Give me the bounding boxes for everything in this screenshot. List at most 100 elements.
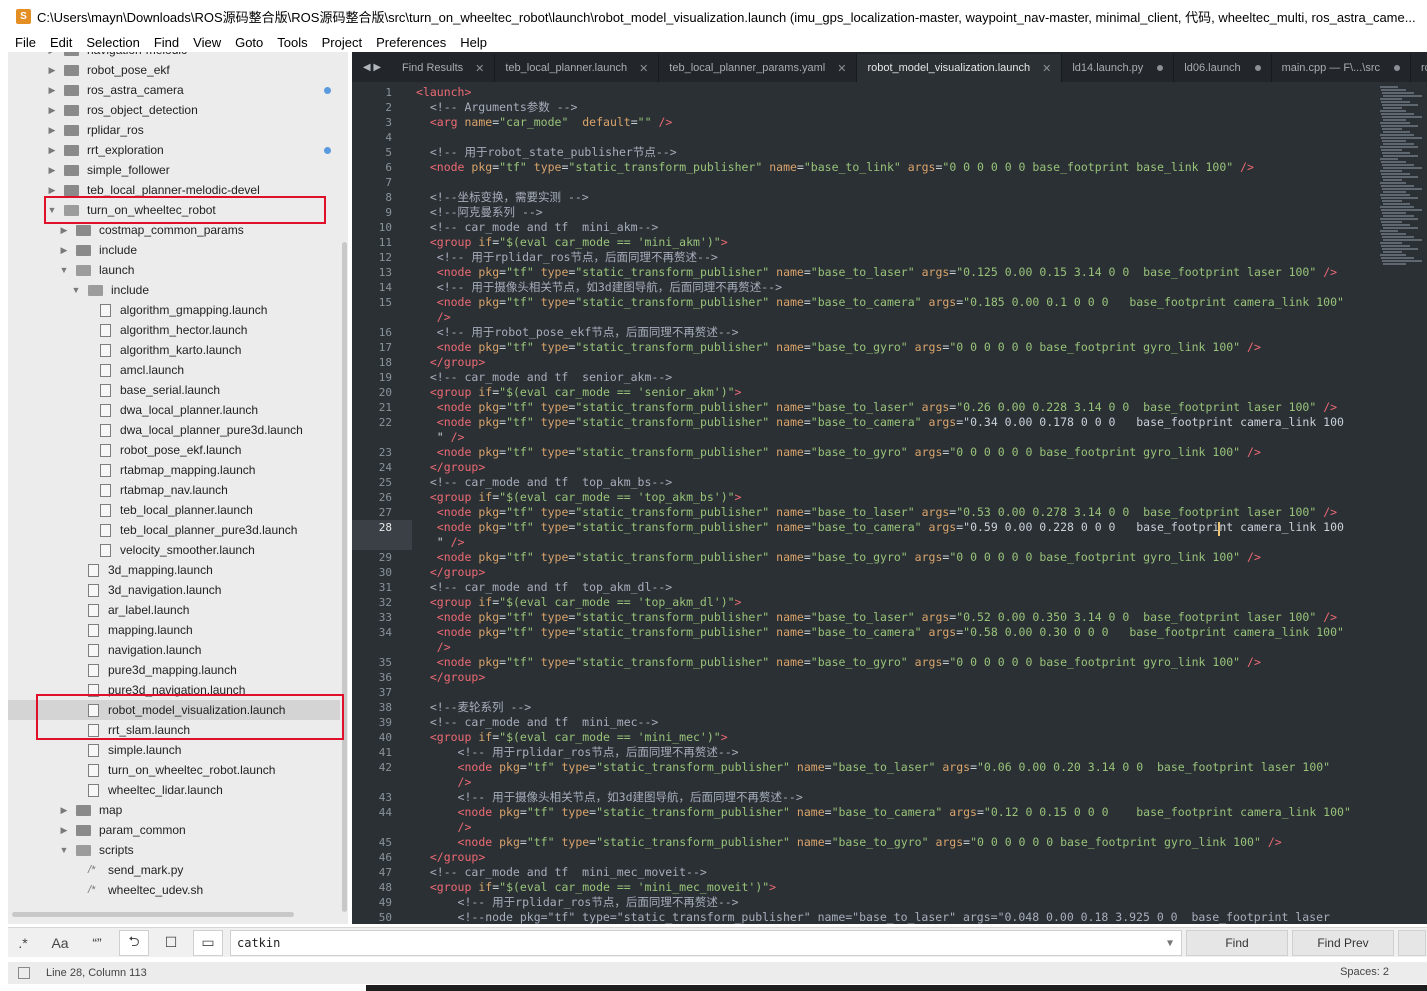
sidebar-item[interactable]: ▼ turn_on_wheeltec_robot — [8, 200, 340, 220]
sidebar-item[interactable]: robot_pose_ekf.launch — [8, 440, 340, 460]
editor-tab[interactable]: rc — [1411, 54, 1427, 82]
menu-goto[interactable]: Goto — [228, 35, 270, 50]
sidebar-item[interactable]: ▼ scripts — [8, 840, 340, 860]
disclosure-expanded-icon[interactable]: ▼ — [58, 265, 70, 275]
disclosure-collapsed-icon[interactable]: ▶ — [46, 52, 58, 56]
sidebar-item[interactable]: mapping.launch — [8, 620, 340, 640]
sidebar-item[interactable]: ▶ include — [8, 240, 340, 260]
sidebar-item[interactable]: pure3d_navigation.launch — [8, 680, 340, 700]
sidebar-item[interactable]: rtabmap_nav.launch — [8, 480, 340, 500]
in-selection-toggle-button[interactable]: ☐ — [156, 930, 186, 956]
tab-unsaved-dot-icon[interactable] — [1254, 65, 1261, 71]
regex-toggle-button[interactable]: .* — [8, 930, 38, 956]
sidebar-item[interactable]: ▶ costmap_common_params — [8, 220, 340, 240]
sidebar-item[interactable]: ▶ ros_astra_camera — [8, 80, 340, 100]
editor-tab[interactable]: ld14.launch.py — [1062, 54, 1175, 82]
sidebar-item[interactable]: ▶ navigation-melodic — [8, 52, 340, 60]
sidebar-item[interactable]: robot_model_visualization.launch — [8, 700, 340, 720]
sidebar-item[interactable]: navigation.launch — [8, 640, 340, 660]
sidebar-item[interactable]: teb_local_planner_pure3d.launch — [8, 520, 340, 540]
sidebar-item[interactable]: dwa_local_planner_pure3d.launch — [8, 420, 340, 440]
minimap[interactable] — [1378, 82, 1427, 924]
menu-help[interactable]: Help — [453, 35, 494, 50]
editor-tab[interactable]: main.cpp — F\...\src — [1271, 54, 1411, 82]
sidebar-vertical-scrollbar[interactable] — [342, 242, 347, 912]
disclosure-expanded-icon[interactable]: ▼ — [70, 285, 82, 295]
find-all-button[interactable] — [1398, 929, 1426, 956]
disclosure-expanded-icon[interactable]: ▼ — [58, 845, 70, 855]
disclosure-collapsed-icon[interactable]: ▶ — [58, 225, 70, 236]
sidebar-item[interactable]: ▶ ros_object_detection — [8, 100, 340, 120]
disclosure-collapsed-icon[interactable]: ▶ — [46, 165, 58, 176]
menu-edit[interactable]: Edit — [43, 35, 79, 50]
disclosure-collapsed-icon[interactable]: ▶ — [46, 185, 58, 196]
menu-find[interactable]: Find — [147, 35, 186, 50]
disclosure-collapsed-icon[interactable]: ▶ — [58, 825, 70, 836]
indentation-setting[interactable]: Spaces: 2 — [1340, 966, 1389, 978]
sidebar-item[interactable]: 3d_mapping.launch — [8, 560, 340, 580]
sidebar-item[interactable]: ▶ param_common — [8, 820, 340, 840]
tab-close-icon[interactable]: ✕ — [837, 62, 846, 75]
sidebar-item[interactable]: ▶ map — [8, 800, 340, 820]
case-sensitive-toggle-button[interactable]: Aa — [45, 930, 75, 956]
editor-tab[interactable]: ld06.launch — [1174, 54, 1272, 82]
sidebar-item[interactable]: ▶ simple_follower — [8, 160, 340, 180]
find-input[interactable]: catkin ▼ — [230, 929, 1182, 956]
sidebar-item[interactable]: /* wheeltec_udev.sh — [8, 880, 340, 900]
disclosure-expanded-icon[interactable]: ▼ — [46, 205, 58, 215]
tab-unsaved-dot-icon[interactable] — [1157, 65, 1164, 71]
sidebar-item[interactable]: turn_on_wheeltec_robot.launch — [8, 760, 340, 780]
find-button[interactable]: Find — [1186, 929, 1288, 956]
editor-tab[interactable]: robot_model_visualization.launch ✕ — [857, 54, 1063, 82]
disclosure-collapsed-icon[interactable]: ▶ — [46, 85, 58, 96]
sidebar-item[interactable]: algorithm_hector.launch — [8, 320, 340, 340]
sidebar-item[interactable]: 3d_navigation.launch — [8, 580, 340, 600]
menu-project[interactable]: Project — [315, 35, 369, 50]
sidebar-item[interactable]: rrt_slam.launch — [8, 720, 340, 740]
sidebar-item[interactable]: ▼ include — [8, 280, 340, 300]
find-history-dropdown-icon[interactable]: ▼ — [1167, 938, 1173, 949]
disclosure-collapsed-icon[interactable]: ▶ — [46, 65, 58, 76]
disclosure-collapsed-icon[interactable]: ▶ — [46, 125, 58, 136]
sidebar-item[interactable]: rtabmap_mapping.launch — [8, 460, 340, 480]
sidebar-item[interactable]: algorithm_karto.launch — [8, 340, 340, 360]
tab-nav-arrows[interactable]: ◀ ▶ — [352, 52, 392, 82]
sidebar-item[interactable]: velocity_smoother.launch — [8, 540, 340, 560]
tab-close-icon[interactable]: ✕ — [639, 62, 648, 75]
code-area[interactable]: <launch> <!-- Arguments参数 --> <arg name=… — [416, 82, 1376, 924]
sidebar-item[interactable]: ▶ rrt_exploration — [8, 140, 340, 160]
menu-view[interactable]: View — [186, 35, 228, 50]
tab-unsaved-dot-icon[interactable] — [1394, 65, 1400, 71]
disclosure-collapsed-icon[interactable]: ▶ — [46, 105, 58, 116]
sidebar-item[interactable]: teb_local_planner.launch — [8, 500, 340, 520]
sidebar-horizontal-scrollbar[interactable] — [12, 912, 294, 917]
sidebar-item[interactable]: wheeltec_lidar.launch — [8, 780, 340, 800]
wrap-toggle-button[interactable]: ⮌ — [119, 929, 149, 956]
disclosure-collapsed-icon[interactable]: ▶ — [46, 145, 58, 156]
editor-tab[interactable]: teb_local_planner_params.yaml ✕ — [659, 54, 858, 82]
menu-tools[interactable]: Tools — [270, 35, 314, 50]
editor-tab[interactable]: Find Results ✕ — [392, 54, 496, 82]
menu-file[interactable]: File — [8, 35, 43, 50]
sidebar-item[interactable]: /* send_mark.py — [8, 860, 340, 880]
menu-selection[interactable]: Selection — [79, 35, 146, 50]
highlight-matches-toggle-button[interactable]: ▭ — [193, 929, 223, 956]
find-prev-button[interactable]: Find Prev — [1292, 929, 1394, 956]
sidebar-item[interactable]: amcl.launch — [8, 360, 340, 380]
tab-close-icon[interactable]: ✕ — [475, 62, 484, 75]
sidebar-item[interactable]: ▶ robot_pose_ekf — [8, 60, 340, 80]
panel-toggle-icon[interactable] — [18, 967, 30, 979]
disclosure-collapsed-icon[interactable]: ▶ — [58, 805, 70, 816]
menu-preferences[interactable]: Preferences — [369, 35, 453, 50]
editor-tab[interactable]: teb_local_planner.launch ✕ — [495, 54, 660, 82]
sidebar-item[interactable]: pure3d_mapping.launch — [8, 660, 340, 680]
sidebar-item[interactable]: base_serial.launch — [8, 380, 340, 400]
tab-close-icon[interactable]: ✕ — [1042, 62, 1051, 75]
sidebar-item[interactable]: ▶ rplidar_ros — [8, 120, 340, 140]
sidebar-item[interactable]: dwa_local_planner.launch — [8, 400, 340, 420]
sidebar-item[interactable]: algorithm_gmapping.launch — [8, 300, 340, 320]
disclosure-collapsed-icon[interactable]: ▶ — [58, 245, 70, 256]
sidebar-item[interactable]: ▼ launch — [8, 260, 340, 280]
sidebar-item[interactable]: ▶ teb_local_planner-melodic-devel — [8, 180, 340, 200]
sidebar-item[interactable]: ar_label.launch — [8, 600, 340, 620]
